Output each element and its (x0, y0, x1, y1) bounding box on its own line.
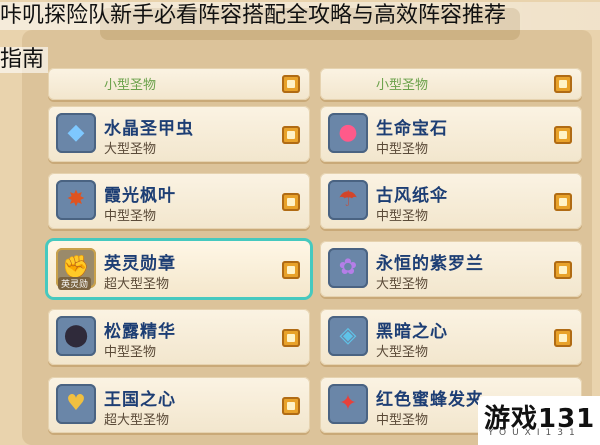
bee-clip-icon: ✦ (328, 384, 368, 424)
lock-icon[interactable] (554, 193, 572, 211)
relic-type: 中型圣物 (104, 345, 157, 360)
lock-icon[interactable] (554, 75, 572, 93)
relic-card[interactable]: ⬤ 松露精华 中型圣物 (48, 309, 310, 365)
relic-name: 古风纸伞 (376, 186, 448, 206)
lock-icon[interactable] (282, 261, 300, 279)
relic-name: 黑暗之心 (376, 322, 448, 342)
relic-type: 小型圣物 (104, 78, 157, 93)
relic-type: 中型圣物 (376, 142, 429, 157)
relic-name: 英灵勋章 (104, 254, 176, 274)
relic-card[interactable]: ☂ 古风纸伞 中型圣物 (320, 173, 582, 229)
relic-card[interactable]: ✿ 永恒的紫罗兰 大型圣物 (320, 241, 582, 297)
watermark-logo: 游戏131 YOUXI131 (478, 396, 600, 445)
relic-card-selected[interactable]: ✊ 英灵勋 英灵勋章 超大型圣物 (48, 241, 310, 297)
relic-name: 生命宝石 (376, 119, 448, 139)
lock-icon[interactable] (282, 126, 300, 144)
lock-icon[interactable] (282, 397, 300, 415)
relic-type: 大型圣物 (376, 345, 429, 360)
lock-icon[interactable] (282, 329, 300, 347)
beetle-icon: ◆ (56, 113, 96, 153)
relic-name: 红色蜜蜂发夹 (376, 390, 484, 410)
medal-icon: ✊ 英灵勋 (56, 248, 96, 290)
relic-type: 大型圣物 (376, 277, 429, 292)
relic-card[interactable]: ◆ 水晶圣甲虫 大型圣物 (48, 106, 310, 162)
relic-name: 永恒的紫罗兰 (376, 254, 484, 274)
relic-name: 松露精华 (104, 322, 176, 342)
relic-name: 霞光枫叶 (104, 186, 176, 206)
page-title-continued: 指南 (0, 47, 49, 73)
relic-card[interactable]: ◈ 黑暗之心 大型圣物 (320, 309, 582, 365)
relic-card[interactable]: 小型圣物 (48, 68, 310, 100)
relic-card[interactable]: ● 生命宝石 中型圣物 (320, 106, 582, 162)
violet-icon: ✿ (328, 248, 368, 288)
relic-type: 超大型圣物 (104, 277, 170, 292)
umbrella-icon: ☂ (328, 180, 368, 220)
kingdom-heart-icon: ♥ (56, 384, 96, 424)
relic-type: 中型圣物 (376, 209, 429, 224)
truffle-icon: ⬤ (56, 316, 96, 356)
leaf-icon: ✸ (56, 180, 96, 220)
relic-type: 中型圣物 (376, 413, 429, 428)
lock-icon[interactable] (554, 329, 572, 347)
page-title: 咔叽探险队新手必看阵容搭配全攻略与高效阵容推荐 (0, 2, 600, 30)
lock-icon[interactable] (554, 126, 572, 144)
relic-type: 中型圣物 (104, 209, 157, 224)
lock-icon[interactable] (282, 193, 300, 211)
relic-type: 超大型圣物 (104, 413, 170, 428)
relic-thumb-tag: 英灵勋 (58, 277, 92, 290)
relic-name: 水晶圣甲虫 (104, 119, 194, 139)
relic-name: 王国之心 (104, 390, 176, 410)
relic-card[interactable]: ♥ 王国之心 超大型圣物 (48, 377, 310, 433)
dark-heart-icon: ◈ (328, 316, 368, 356)
relic-card[interactable]: ✸ 霞光枫叶 中型圣物 (48, 173, 310, 229)
relic-type: 大型圣物 (104, 142, 157, 157)
watermark-subtext: YOUXI131 (488, 428, 581, 438)
gem-icon: ● (328, 113, 368, 153)
lock-icon[interactable] (282, 75, 300, 93)
relic-type: 小型圣物 (376, 78, 429, 93)
lock-icon[interactable] (554, 261, 572, 279)
relic-card[interactable]: 小型圣物 (320, 68, 582, 100)
